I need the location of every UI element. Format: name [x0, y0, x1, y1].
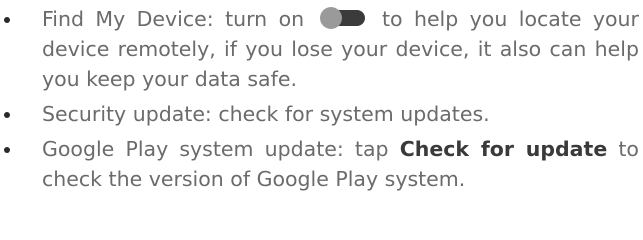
bullet-list: Find My Device: turn on to help you loca…: [0, 4, 643, 194]
check-for-update-label: Check for update: [399, 137, 608, 161]
list-item-security-update: Security update: check for system update…: [0, 99, 643, 129]
toggle-switch-icon: [319, 7, 367, 29]
bullet-icon: [4, 17, 10, 23]
security-update-text: Security update: check for system update…: [42, 102, 490, 126]
bullet-icon: [4, 147, 10, 153]
find-my-device-text: Find My Device: turn on: [42, 7, 305, 31]
google-play-update-text: Google Play system update: tap: [42, 137, 389, 161]
list-item-find-my-device: Find My Device: turn on to help you loca…: [0, 4, 643, 94]
list-item-google-play-update: Google Play system update: tap Check for…: [0, 134, 643, 194]
bullet-icon: [4, 112, 10, 118]
